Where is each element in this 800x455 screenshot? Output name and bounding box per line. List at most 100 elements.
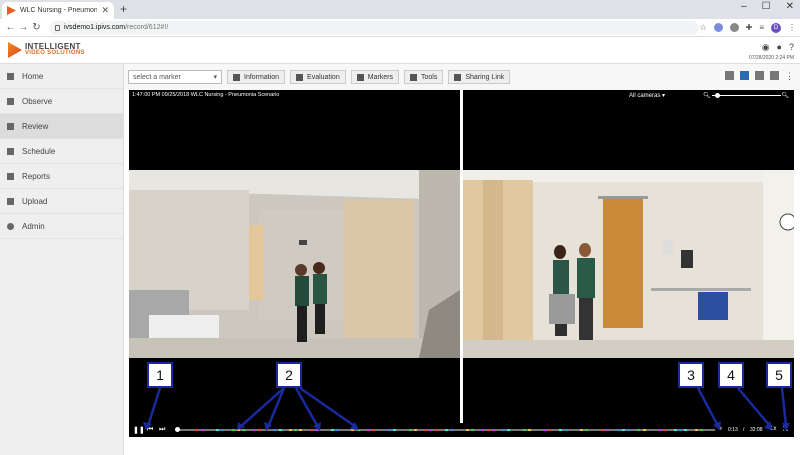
timeline-marker[interactable]: [663, 429, 667, 431]
new-tab-icon[interactable]: +: [120, 2, 127, 16]
split-layout-icon[interactable]: [740, 71, 749, 80]
timeline-marker[interactable]: [465, 429, 469, 431]
timeline-marker[interactable]: [684, 429, 688, 431]
timeline-marker[interactable]: [523, 429, 526, 431]
forward-icon[interactable]: →: [17, 22, 30, 33]
timeline-marker[interactable]: [481, 429, 485, 431]
timeline-marker[interactable]: [289, 429, 292, 431]
timeline-marker[interactable]: [559, 429, 563, 431]
grid-layout-icon[interactable]: [770, 71, 779, 80]
timeline-marker[interactable]: [408, 429, 412, 431]
timeline-marker[interactable]: [252, 429, 256, 431]
camera-select[interactable]: All cameras ▾: [629, 92, 665, 99]
timeline-marker[interactable]: [564, 429, 568, 431]
timeline-marker[interactable]: [315, 429, 318, 431]
skip-back-icon[interactable]: ⏮: [147, 426, 153, 434]
profile-avatar[interactable]: D: [771, 22, 781, 33]
timeline-marker[interactable]: [606, 429, 610, 431]
sidebar-item-admin[interactable]: Admin: [0, 214, 123, 239]
eye-icon[interactable]: ◉: [762, 42, 770, 53]
zoom-in-icon[interactable]: 🔍︎: [781, 92, 789, 99]
timeline-marker[interactable]: [450, 429, 454, 431]
puzzle-icon[interactable]: ✚: [746, 23, 753, 32]
zoom-slider[interactable]: 🔍︎ 🔍︎: [703, 92, 789, 99]
timeline-marker[interactable]: [445, 429, 448, 431]
timeline-marker[interactable]: [309, 429, 313, 431]
timeline-marker[interactable]: [278, 429, 282, 431]
camera-feed-left[interactable]: [129, 170, 460, 358]
timeline-scrubber[interactable]: [175, 427, 715, 432]
timeline-marker[interactable]: [434, 429, 438, 431]
maximize-icon[interactable]: ☐: [762, 1, 771, 12]
timeline-marker[interactable]: [372, 429, 376, 431]
timeline-marker[interactable]: [621, 429, 625, 431]
timeline-marker[interactable]: [195, 429, 199, 431]
timeline-marker[interactable]: [637, 429, 641, 431]
timeline-marker[interactable]: [502, 429, 506, 431]
reload-icon[interactable]: ↻: [30, 22, 43, 33]
timeline-marker[interactable]: [299, 429, 303, 431]
user-icon[interactable]: ●: [777, 42, 782, 53]
timeline-marker[interactable]: [294, 429, 298, 431]
timeline-marker[interactable]: [424, 429, 428, 431]
more-options-icon[interactable]: ⋮: [785, 71, 794, 82]
extension-icon[interactable]: [729, 23, 739, 32]
timeline-marker[interactable]: [221, 429, 225, 431]
sidebar-item-home[interactable]: Home: [0, 64, 123, 89]
back-icon[interactable]: ←: [4, 22, 17, 33]
timeline-marker[interactable]: [580, 429, 584, 431]
help-icon[interactable]: ?: [789, 42, 794, 53]
timeline-marker[interactable]: [335, 429, 339, 431]
close-tab-icon[interactable]: ✕: [101, 5, 109, 16]
timeline-handle[interactable]: [175, 427, 180, 432]
timeline-marker[interactable]: [393, 429, 396, 431]
timeline-marker[interactable]: [367, 429, 370, 431]
marker-select[interactable]: select a marker ▾: [128, 70, 222, 84]
camera-feed-right[interactable]: [463, 170, 794, 358]
timeline-marker[interactable]: [699, 429, 703, 431]
single-layout-icon[interactable]: [725, 71, 734, 80]
star-icon[interactable]: ☆: [699, 23, 706, 32]
timeline-marker[interactable]: [486, 429, 490, 431]
timeline-marker[interactable]: [351, 429, 355, 431]
timeline-marker[interactable]: [549, 429, 552, 431]
sidebar-item-reports[interactable]: Reports: [0, 164, 123, 189]
skip-forward-icon[interactable]: ⏭: [159, 426, 165, 434]
timeline-marker[interactable]: [200, 429, 204, 431]
logo[interactable]: INTELLIGENT VIDEO SOLUTIONS: [8, 42, 85, 58]
timeline-marker[interactable]: [273, 429, 277, 431]
close-window-icon[interactable]: ✕: [786, 1, 794, 12]
minimize-icon[interactable]: –: [741, 1, 747, 12]
sidebar-item-upload[interactable]: Upload: [0, 189, 123, 214]
url-input[interactable]: ivsdemo1.ipivs.com/record/612#!/: [49, 20, 699, 35]
media-icon[interactable]: ≡: [759, 23, 764, 32]
timeline-marker[interactable]: [642, 429, 646, 431]
zoom-slider-handle[interactable]: [715, 93, 720, 98]
timeline-marker[interactable]: [679, 429, 682, 431]
markers-button[interactable]: Markers: [350, 70, 400, 84]
timeline-marker[interactable]: [543, 429, 547, 431]
sidebar-item-review[interactable]: Review: [0, 114, 123, 139]
tools-button[interactable]: Tools: [404, 70, 444, 84]
pause-icon[interactable]: ❚❚: [133, 426, 145, 434]
timeline-marker[interactable]: [237, 429, 240, 431]
timeline-marker[interactable]: [471, 429, 474, 431]
timeline-marker[interactable]: [507, 429, 511, 431]
timeline-marker[interactable]: [242, 429, 246, 431]
timeline-marker[interactable]: [673, 429, 677, 431]
extension-icon[interactable]: [713, 23, 723, 32]
timeline-marker[interactable]: [330, 429, 334, 431]
fullscreen-icon[interactable]: ⛶: [783, 426, 788, 434]
menu-icon[interactable]: ⋮: [788, 23, 796, 32]
sharing-link-button[interactable]: Sharing Link: [448, 70, 511, 84]
timeline-marker[interactable]: [216, 429, 220, 431]
volume-icon[interactable]: 🔊︎: [718, 426, 722, 433]
zoom-out-icon[interactable]: 🔍︎: [703, 92, 711, 99]
timeline-marker[interactable]: [257, 429, 261, 431]
timeline-marker[interactable]: [528, 429, 532, 431]
timeline-marker[interactable]: [387, 429, 391, 431]
speed-button[interactable]: 1x: [770, 426, 776, 432]
information-button[interactable]: Information: [227, 70, 286, 84]
sidebar-item-observe[interactable]: Observe: [0, 89, 123, 114]
timeline-marker[interactable]: [356, 429, 360, 431]
